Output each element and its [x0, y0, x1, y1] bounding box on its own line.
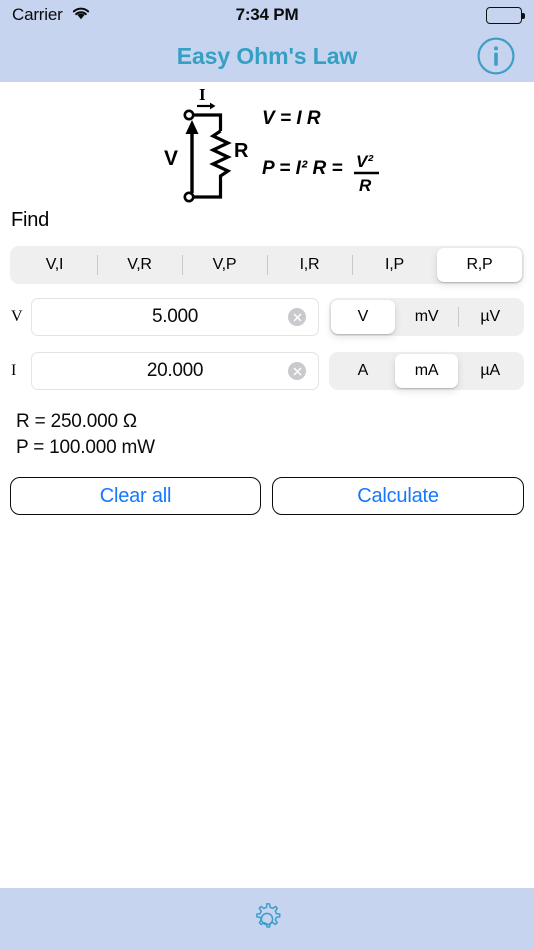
current-input-value: 20.000: [146, 360, 204, 381]
voltage-input-field[interactable]: 5.000: [31, 298, 319, 336]
svg-text:P = I² R =: P = I² R =: [262, 158, 343, 179]
status-bar-time: 7:34 PM: [235, 5, 299, 24]
find-segment-ip[interactable]: I,P: [352, 248, 437, 282]
find-segment-rp[interactable]: R,P: [437, 248, 522, 282]
svg-text:I: I: [199, 85, 206, 104]
current-unit-ma[interactable]: mA: [394, 354, 459, 388]
status-bar-right: [352, 6, 525, 24]
find-segment-rp-label: R,P: [466, 256, 493, 273]
voltage-unit-v[interactable]: V: [331, 300, 395, 334]
voltage-row-label: V: [11, 308, 23, 325]
gear-icon: [256, 902, 281, 928]
find-segment-vi-label: V,I: [45, 256, 64, 273]
find-segment-vr[interactable]: V,R: [97, 248, 182, 282]
status-bar: Carrier 7:34 PM: [0, 0, 534, 30]
nav-bar: Easy Ohm's Law: [0, 30, 534, 82]
find-segment-vr-label: V,R: [127, 256, 152, 273]
current-clear-icon[interactable]: [288, 362, 306, 380]
voltage-unit-mv[interactable]: mV: [395, 300, 459, 334]
info-button[interactable]: [476, 36, 516, 76]
status-bar-left: Carrier: [12, 5, 182, 26]
svg-text:V²: V²: [356, 152, 374, 171]
find-segment-vp[interactable]: V,P: [182, 248, 267, 282]
svg-text:V: V: [164, 147, 178, 170]
find-label: Find: [11, 209, 50, 231]
clear-all-label: Clear all: [99, 484, 172, 507]
voltage-unit-v-label: V: [357, 308, 369, 325]
calculate-label: Calculate: [357, 484, 439, 507]
carrier-label: Carrier: [12, 5, 63, 24]
current-unit-ua[interactable]: µA: [458, 354, 522, 388]
results-block: R = 250.000 Ω P = 100.000 mW: [16, 409, 155, 461]
find-segment-ip-label: I,P: [385, 256, 404, 273]
clear-all-button[interactable]: Clear all: [10, 477, 261, 515]
current-unit-ma-label: mA: [414, 362, 439, 379]
info-circle-icon: [477, 37, 515, 75]
battery-full-icon: [486, 6, 525, 24]
current-input-field[interactable]: 20.000: [31, 352, 319, 390]
current-unit-control[interactable]: A mA µA: [329, 352, 524, 390]
find-segment-vi[interactable]: V,I: [12, 248, 97, 282]
result-power: P = 100.000 mW: [16, 437, 155, 458]
voltage-input-value: 5.000: [151, 306, 199, 327]
calculate-button[interactable]: Calculate: [272, 477, 524, 515]
page-title: Easy Ohm's Law: [176, 42, 358, 69]
main-content: I V R V = I R P = I² R = V² R Find V,I V…: [0, 82, 534, 888]
circuit-diagram: I V R V = I R P = I² R = V² R: [150, 85, 390, 210]
svg-text:R: R: [234, 140, 249, 162]
voltage-unit-control[interactable]: V mV µV: [329, 298, 524, 336]
find-segment-ir[interactable]: I,R: [267, 248, 352, 282]
current-unit-a[interactable]: A: [331, 354, 395, 388]
current-unit-a-label: A: [357, 362, 369, 379]
voltage-clear-icon[interactable]: [288, 308, 306, 326]
app-root: Carrier 7:34 PM Easy Ohm's Law I V R V =…: [0, 0, 534, 950]
find-segment-vp-label: V,P: [212, 256, 237, 273]
result-resistance: R = 250.000 Ω: [16, 411, 137, 432]
current-unit-ua-label: µA: [480, 362, 500, 379]
current-row-label: I: [11, 362, 17, 379]
bottom-toolbar: [0, 888, 534, 950]
settings-button[interactable]: [245, 897, 289, 941]
find-segmented-control[interactable]: V,I V,R V,P I,R I,P R,P: [10, 246, 524, 284]
svg-text:V = I R: V = I R: [262, 108, 321, 129]
wifi-icon: [70, 5, 92, 26]
find-segment-ir-label: I,R: [299, 256, 320, 273]
action-buttons: Clear all Calculate: [0, 477, 534, 515]
input-row-current: I 20.000 A mA µA: [0, 352, 534, 390]
input-row-voltage: V 5.000 V mV µV: [0, 298, 534, 336]
voltage-unit-uv[interactable]: µV: [458, 300, 522, 334]
voltage-unit-mv-label: mV: [414, 308, 439, 325]
voltage-unit-uv-label: µV: [480, 308, 500, 325]
svg-text:R: R: [359, 176, 372, 195]
